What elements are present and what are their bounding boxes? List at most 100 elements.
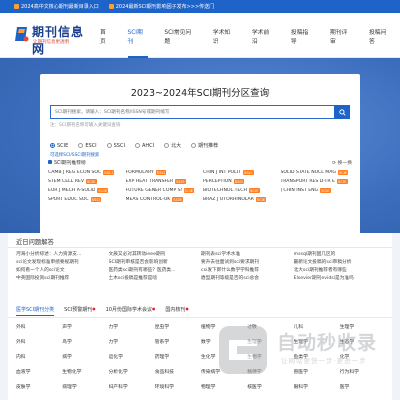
option-recommend[interactable]: 期刊推荐 bbox=[191, 142, 218, 149]
journal-name: TRANSPORT RES D-TR E bbox=[280, 179, 335, 184]
journal-search-input[interactable] bbox=[50, 105, 334, 119]
question-link[interactable]: 要升去往面试到sci要求期刊 bbox=[201, 259, 294, 265]
question-link[interactable]: 土木sci投稿是推荐是啥 bbox=[109, 275, 202, 281]
question-link[interactable]: 盾型期刊等级是否的sci总会 bbox=[201, 275, 294, 281]
nav-submission-qa[interactable]: 投稿问答 bbox=[361, 13, 400, 58]
search-hint: 注：SCI期刊名称可输入关键词查询 bbox=[50, 123, 121, 128]
index-type-options: SCIE ESCI SSCI AHCI 北大 期刊推荐 bbox=[50, 142, 218, 149]
option-label: 期刊推荐 bbox=[198, 143, 219, 149]
option-pku[interactable]: 北大 bbox=[164, 142, 181, 149]
journal-item[interactable]: SPORT EDUC SOC SSCI bbox=[48, 197, 120, 202]
question-link[interactable]: 文辰又必对其转动ieee期刊 bbox=[109, 251, 202, 257]
journal-item[interactable]: TRANSPORT RES D-TR E SCIE bbox=[281, 179, 353, 184]
category-link[interactable]: 环境科学 bbox=[155, 383, 201, 390]
category-link[interactable]: 声学 bbox=[62, 323, 108, 330]
journal-recommend-list: CAMB J REG ECON SOC SSCI FORMULARY SSCI CHIN… bbox=[48, 170, 352, 202]
journal-item[interactable]: CAMB J REG ECON SOC SSCI bbox=[48, 170, 120, 175]
question-link[interactable]: 中英国际投资sci期刊推荐 bbox=[16, 275, 109, 281]
question-link[interactable]: 北大sci期刊推荐者有哪些 bbox=[294, 267, 387, 273]
index-badge: SCIE bbox=[320, 188, 331, 193]
category-link[interactable]: 物理学 bbox=[201, 383, 247, 390]
swap-button[interactable]: ⟳ 换一换 bbox=[332, 159, 352, 166]
question-link[interactable]: mssql期刊国几区的 bbox=[294, 251, 387, 257]
nav-sci-faq[interactable]: SCI常见问题 bbox=[156, 13, 204, 58]
category-link[interactable]: 医学 bbox=[340, 383, 386, 390]
journal-item[interactable]: EUR J MECH A-SOLID SCIE bbox=[48, 188, 120, 193]
category-link[interactable]: 力学 bbox=[109, 323, 155, 330]
journal-item[interactable]: PERCEPTION SSCI bbox=[203, 179, 275, 184]
announcement-link[interactable]: 2024最新SCI期刊影响因子发布>>>传送门 bbox=[116, 3, 214, 10]
category-link[interactable]: 鸟学 bbox=[62, 338, 108, 345]
category-link[interactable]: 血液学 bbox=[16, 368, 62, 375]
index-badge: SCIE bbox=[337, 170, 349, 175]
tab-conferences[interactable]: 10月份国际学术会议● bbox=[106, 306, 156, 316]
site-logo[interactable]: 期刊信息网 让期刊信息更透明 bbox=[14, 23, 84, 56]
journal-item[interactable]: STEM CELL REV SCIE bbox=[48, 179, 120, 184]
question-link[interactable]: 期刊表sci学术水准 bbox=[201, 251, 294, 257]
tab-medical-sci[interactable]: 医学SCI期刊分类 bbox=[16, 306, 55, 316]
category-link[interactable]: 外科 bbox=[16, 338, 62, 345]
option-scie[interactable]: SCIE bbox=[50, 143, 68, 149]
category-link[interactable]: 眼科学 bbox=[294, 383, 340, 390]
category-link[interactable]: 力学 bbox=[109, 338, 155, 345]
tab-domestic-core[interactable]: 国内核刊● bbox=[165, 306, 188, 316]
category-link[interactable]: 分析化学 bbox=[109, 368, 155, 375]
option-esci[interactable]: ESCI bbox=[78, 143, 97, 149]
option-label: AHCI bbox=[141, 142, 155, 149]
option-label: 北大 bbox=[171, 143, 182, 149]
question-link[interactable]: SCI期刊审核是否会影响创新 bbox=[109, 259, 202, 265]
recent-answers-list: 河海小分析综述：人力资源支... 文辰又必对其转动ieee期刊 期刊表sci学术水准… bbox=[16, 251, 386, 281]
category-link[interactable]: 管系学 bbox=[155, 338, 201, 345]
option-ssci[interactable]: SSCI bbox=[106, 142, 125, 149]
nav-journal-review[interactable]: 期刊评审 bbox=[322, 13, 361, 58]
journal-item[interactable]: SOLID STATE NUCL MAG SCIE bbox=[281, 170, 353, 175]
journal-item[interactable]: FORMULARY SSCI bbox=[126, 170, 198, 175]
divider bbox=[8, 247, 392, 248]
question-link[interactable]: 最新论文投稿的sci审稿分析 bbox=[294, 259, 387, 265]
journal-item[interactable]: CHIN J INT POLIT SSCI bbox=[203, 170, 275, 175]
category-link[interactable]: 皮肤学 bbox=[16, 383, 62, 390]
nav-home[interactable]: 首页 bbox=[92, 13, 120, 58]
category-link[interactable]: 运化学 bbox=[109, 353, 155, 360]
journal-item[interactable]: FUTURE GENER COMP SY SCIE bbox=[126, 188, 198, 193]
nav-sci-journals[interactable]: SCI期刊 bbox=[120, 13, 157, 58]
watermark-title: 自动秒收录 bbox=[277, 332, 378, 354]
category-link[interactable]: 昆虫学 bbox=[155, 323, 201, 330]
search-button[interactable] bbox=[334, 105, 350, 119]
journal-item[interactable]: MEAS CONTROL-UK SCIE bbox=[126, 197, 198, 202]
tab-sci-warning[interactable]: SCI预警期刊● bbox=[64, 306, 95, 316]
category-link[interactable]: 生物化学 bbox=[62, 368, 108, 375]
category-tabs: 医学SCI期刊分类 SCI预警期刊● 10月份国际学术会议● 国内核刊● bbox=[16, 306, 189, 316]
nav-academic-frontier[interactable]: 学术前沿 bbox=[244, 13, 283, 58]
journal-item[interactable]: BRAZ J OTORHINOLAR SCIE bbox=[203, 197, 275, 202]
journal-item[interactable]: J CHIN INST ENG SCIE bbox=[281, 188, 353, 193]
question-link[interactable]: 医药类sci期刊有哪些？医药类... bbox=[109, 267, 202, 273]
nav-academic-knowledge[interactable]: 学术知识 bbox=[205, 13, 244, 58]
announcement-item[interactable]: 2024高中文核心期刊最新目录入口 bbox=[14, 3, 99, 10]
option-ahci[interactable]: AHCI bbox=[134, 142, 155, 149]
option-label: SSCI bbox=[113, 142, 125, 149]
category-link[interactable]: 核医学 bbox=[247, 383, 293, 390]
announcement-link[interactable]: 2024高中文核心期刊最新目录入口 bbox=[21, 3, 99, 10]
tab-label: 医学SCI期刊分类 bbox=[16, 307, 55, 313]
category-link[interactable]: 药理学 bbox=[155, 353, 201, 360]
nav-submission-guide[interactable]: 投稿指导 bbox=[283, 13, 322, 58]
category-link[interactable]: 病学 bbox=[62, 353, 108, 360]
journal-item[interactable]: EXP HEAT TRANSFER SCIE bbox=[126, 179, 198, 184]
journal-item[interactable]: BIOTECHNOL TECH SCIE bbox=[203, 188, 275, 193]
announcement-item[interactable]: 2024最新SCI期刊影响因子发布>>>传送门 bbox=[108, 3, 214, 10]
category-link[interactable]: 食品科技 bbox=[155, 368, 201, 375]
announcement-bar: 2024高中文核心期刊最新目录入口 2024最新SCI期刊影响因子发布>>>传送… bbox=[0, 0, 400, 13]
question-link[interactable]: 河海小分析综述：人力资源支... bbox=[16, 251, 109, 257]
question-link[interactable]: Elsevier期刊evidsi是为准吗 bbox=[294, 275, 387, 281]
index-badge: SCIE bbox=[172, 197, 183, 202]
journal-name: J CHIN INST ENG bbox=[280, 188, 319, 193]
question-link[interactable]: sci论文发现标准审绩要规期刊 bbox=[16, 259, 109, 265]
category-link[interactable]: 内科 bbox=[16, 353, 62, 360]
category-link[interactable]: 外科 bbox=[16, 323, 62, 330]
question-link[interactable]: 如何看一个人的sci论文 bbox=[16, 267, 109, 273]
index-badge: SSCI bbox=[90, 197, 102, 202]
category-link[interactable]: 妇产科学 bbox=[109, 383, 155, 390]
question-link[interactable]: csi发下即什么数学学科推荐 bbox=[201, 267, 294, 273]
category-link[interactable]: 病理学 bbox=[62, 383, 108, 390]
